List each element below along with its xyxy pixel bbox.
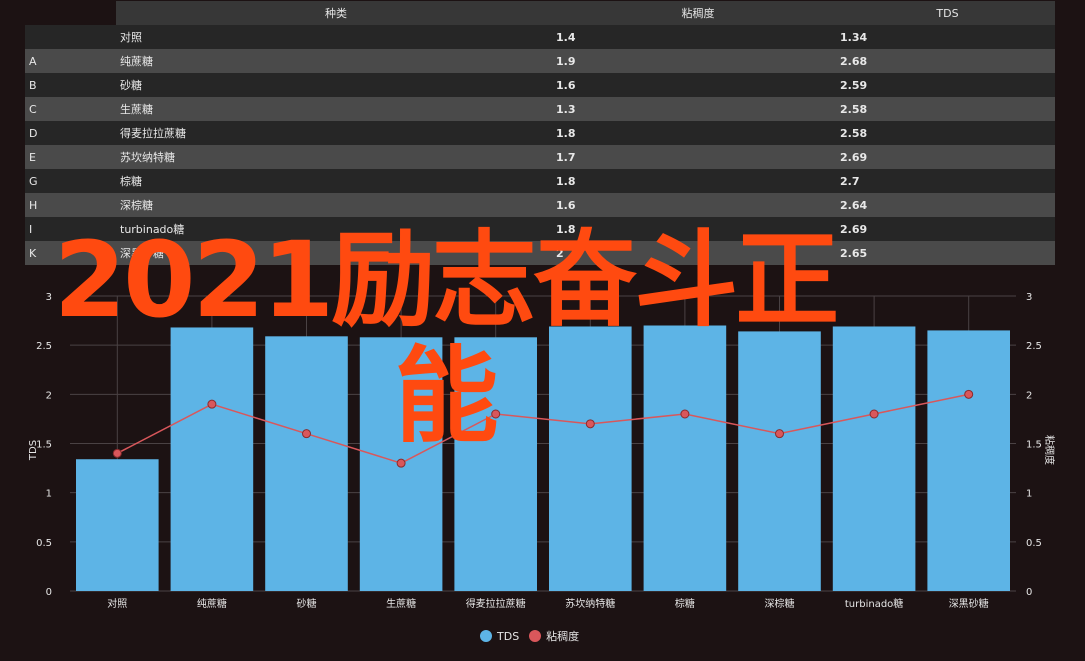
x-tick-label: 深棕糖 <box>765 597 795 610</box>
legend-swatch-viscosity <box>529 630 542 642</box>
row-index: H <box>25 193 116 217</box>
table-row: 对照 1.4 1.34 <box>25 25 1055 49</box>
legend-item-tds[interactable]: TDS <box>480 630 519 643</box>
y-tick-left: 1 <box>46 489 52 500</box>
y-tick-right: 2.5 <box>1026 341 1042 352</box>
table-row: G 棕糖 1.8 2.7 <box>25 169 1055 193</box>
legend-label-viscosity: 粘稠度 <box>546 630 580 643</box>
y-axis-title-right: 粘稠度 <box>1043 435 1056 465</box>
row-type: 纯蔗糖 <box>116 49 556 73</box>
header-type: 种类 <box>116 1 556 25</box>
row-type: 砂糖 <box>116 73 556 97</box>
row-index <box>25 25 116 49</box>
bar-tds[interactable] <box>927 330 1010 591</box>
row-type: 生蔗糖 <box>116 97 556 121</box>
row-type: 棕糖 <box>116 169 556 193</box>
row-index: C <box>25 97 116 121</box>
y-tick-right: 2 <box>1026 390 1032 401</box>
table-row: E 苏坎纳特糖 1.7 2.69 <box>25 145 1055 169</box>
x-tick-label: 砂糖 <box>297 597 317 610</box>
overlay-line-1: 2021励志奋斗正 <box>53 219 839 341</box>
row-tds: 2.58 <box>840 121 1055 145</box>
row-index: E <box>25 145 116 169</box>
row-type: 对照 <box>116 25 556 49</box>
header-index <box>25 1 116 25</box>
y-tick-right: 0 <box>1026 587 1032 598</box>
watermark-overlay-text: 2021励志奋斗正 能 <box>0 222 890 454</box>
y-tick-left: 0 <box>46 587 52 598</box>
x-tick-label: turbinado糖 <box>845 597 903 610</box>
row-viscosity: 1.8 <box>556 169 840 193</box>
row-index: B <box>25 73 116 97</box>
x-tick-label: 深黑砂糖 <box>949 597 989 610</box>
table-header-row: 种类 粘稠度 TDS <box>25 1 1055 25</box>
bar-tds[interactable] <box>76 459 159 591</box>
overlay-line-2: 能 <box>394 335 498 457</box>
row-tds: 1.34 <box>840 25 1055 49</box>
row-viscosity: 1.3 <box>556 97 840 121</box>
legend-swatch-tds <box>480 630 492 642</box>
y-tick-right: 1.5 <box>1026 440 1042 451</box>
row-viscosity: 1.7 <box>556 145 840 169</box>
row-tds: 2.68 <box>840 49 1055 73</box>
x-tick-label: 苏坎纳特糖 <box>565 597 615 610</box>
table-row: C 生蔗糖 1.3 2.58 <box>25 97 1055 121</box>
table-row: A 纯蔗糖 1.9 2.68 <box>25 49 1055 73</box>
y-tick-right: 0.5 <box>1026 538 1042 549</box>
point-viscosity[interactable] <box>396 458 406 468</box>
chart-legend: TDS 粘稠度 <box>480 628 589 644</box>
header-tds: TDS <box>840 1 1055 25</box>
table-row: H 深棕糖 1.6 2.64 <box>25 193 1055 217</box>
row-viscosity: 1.9 <box>556 49 840 73</box>
row-type: 深棕糖 <box>116 193 556 217</box>
row-tds: 2.59 <box>840 73 1055 97</box>
row-index: D <box>25 121 116 145</box>
row-viscosity: 1.4 <box>556 25 840 49</box>
legend-item-viscosity[interactable]: 粘稠度 <box>529 628 579 644</box>
x-tick-label: 棕糖 <box>675 597 695 610</box>
x-tick-label: 生蔗糖 <box>386 597 416 610</box>
row-type: 苏坎纳特糖 <box>116 145 556 169</box>
y-tick-right: 1 <box>1026 489 1032 500</box>
table-row: D 得麦拉拉蔗糖 1.8 2.58 <box>25 121 1055 145</box>
row-tds: 2.64 <box>840 193 1055 217</box>
y-tick-right: 3 <box>1026 292 1032 303</box>
y-tick-left: 0.5 <box>36 538 52 549</box>
row-tds: 2.58 <box>840 97 1055 121</box>
x-tick-label: 纯蔗糖 <box>197 597 227 610</box>
row-viscosity: 1.6 <box>556 73 840 97</box>
row-viscosity: 1.8 <box>556 121 840 145</box>
table-row: B 砂糖 1.6 2.59 <box>25 73 1055 97</box>
row-type: 得麦拉拉蔗糖 <box>116 121 556 145</box>
row-tds: 2.69 <box>840 145 1055 169</box>
row-tds: 2.7 <box>840 169 1055 193</box>
row-index: A <box>25 49 116 73</box>
row-index: G <box>25 169 116 193</box>
row-viscosity: 1.6 <box>556 193 840 217</box>
x-tick-label: 得麦拉拉蔗糖 <box>466 597 526 610</box>
header-viscosity: 粘稠度 <box>556 1 840 25</box>
x-tick-label: 对照 <box>107 597 127 610</box>
legend-label-tds: TDS <box>497 629 520 643</box>
point-viscosity[interactable] <box>964 389 974 399</box>
